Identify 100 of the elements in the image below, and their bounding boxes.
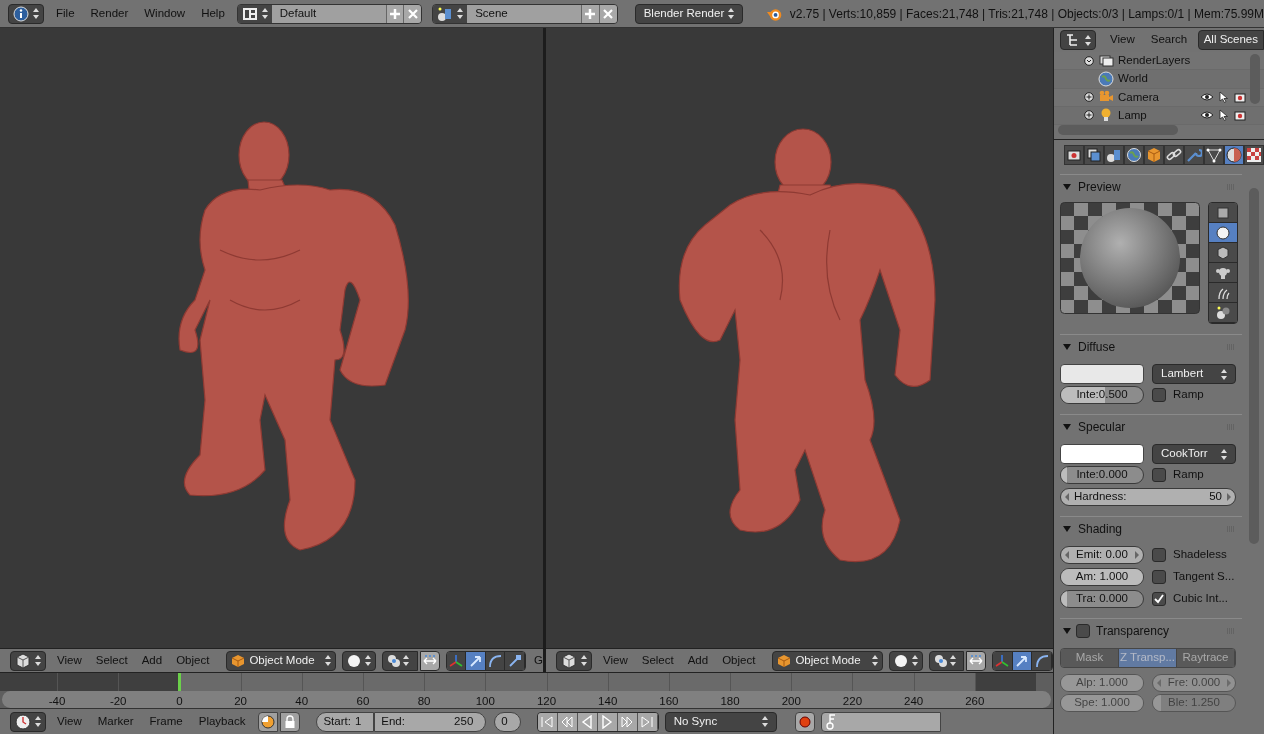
start-frame-field[interactable]: Start: 1 [316, 711, 375, 732]
properties-tab[interactable] [1124, 145, 1144, 165]
eye-icon[interactable] [1200, 92, 1214, 103]
menu-item[interactable]: Add [684, 651, 712, 670]
checkbox[interactable] [1076, 623, 1090, 638]
checkbox-label[interactable]: Cubic Int... [1173, 590, 1228, 608]
segmented-tab[interactable]: Z Transp... [1119, 649, 1177, 667]
manipulator-button[interactable] [1012, 651, 1033, 670]
playback-button[interactable] [597, 712, 618, 731]
mode-dropdown[interactable]: Object Mode [772, 650, 883, 671]
editor-type-button[interactable] [8, 3, 44, 24]
slider-field[interactable]: Inte:0.000 [1060, 466, 1144, 484]
properties-tab[interactable] [1144, 145, 1164, 165]
properties-tab[interactable] [1244, 145, 1264, 165]
shader-dropdown[interactable]: CookTorr [1152, 444, 1236, 464]
expand-toggle-icon[interactable] [1084, 55, 1094, 66]
playback-button[interactable] [537, 712, 558, 731]
expand-toggle-icon[interactable] [1084, 110, 1094, 121]
playback-button[interactable] [617, 712, 638, 731]
color-swatch[interactable] [1060, 364, 1144, 384]
panel-title[interactable]: Preview [1078, 177, 1121, 196]
pivot-dropdown[interactable] [382, 650, 418, 671]
camera-icon[interactable] [1234, 91, 1246, 104]
shader-dropdown[interactable]: Lambert [1152, 364, 1236, 384]
menu-item[interactable]: G [534, 651, 543, 670]
number-field[interactable]: Hardness: 50 [1060, 488, 1236, 506]
shading-dropdown[interactable] [888, 650, 923, 671]
end-frame-field[interactable]: End: 250 [374, 711, 487, 732]
cursor-icon[interactable] [1219, 91, 1229, 104]
menu-item[interactable]: View [1108, 31, 1137, 49]
menu-item[interactable]: Window [139, 4, 191, 23]
menu-item[interactable]: Add [138, 651, 166, 670]
outliner-item[interactable]: Camera [1118, 88, 1159, 106]
menu-item[interactable]: View [600, 651, 631, 670]
menu-item[interactable]: Marker [94, 712, 137, 731]
mode-dropdown[interactable]: Object Mode [226, 650, 337, 671]
pivot-dropdown[interactable] [928, 650, 965, 671]
keying-set-button[interactable] [820, 711, 941, 732]
menu-item[interactable]: Render [85, 4, 134, 23]
panel-title[interactable]: Diffuse [1078, 337, 1116, 356]
properties-tab[interactable] [1064, 145, 1084, 165]
current-frame-field[interactable]: 0 [494, 711, 521, 732]
menu-item[interactable]: File [51, 4, 80, 23]
shading-dropdown[interactable] [342, 650, 377, 671]
preview-range-button[interactable] [258, 711, 279, 732]
manipulator-button[interactable] [485, 651, 506, 670]
lock-button[interactable] [280, 711, 301, 732]
menu-item[interactable]: Help [196, 4, 230, 23]
collapse-triangle-icon[interactable] [1062, 422, 1072, 431]
render-engine-dropdown[interactable]: Blender Render [634, 3, 743, 24]
outliner-item[interactable]: RenderLayers [1118, 52, 1191, 70]
outliner-item[interactable]: Lamp [1118, 106, 1147, 124]
segmented-tab[interactable]: Raytrace [1177, 649, 1235, 667]
manipulator-button[interactable] [466, 651, 486, 670]
preview-shape-button[interactable] [1209, 223, 1237, 243]
menu-item[interactable]: Playback [195, 712, 249, 731]
slider-field[interactable]: Inte:0.500 [1060, 386, 1144, 404]
checkbox-label[interactable]: Tangent S... [1173, 568, 1235, 586]
preview-shape-button[interactable] [1209, 263, 1237, 283]
playback-button[interactable] [557, 712, 578, 731]
checkbox[interactable] [1152, 548, 1166, 562]
panel-title[interactable]: Shading [1078, 519, 1123, 538]
cursor-icon[interactable] [1219, 109, 1229, 122]
checkbox[interactable] [1152, 592, 1166, 606]
segmented-tab[interactable]: Mask [1061, 649, 1119, 667]
properties-tab[interactable] [1104, 145, 1124, 165]
manipulator-button[interactable] [993, 651, 1013, 670]
checkbox-label[interactable]: Ramp [1173, 386, 1204, 404]
number-field[interactable]: Emit: 0.00 [1060, 546, 1144, 564]
collapse-triangle-icon[interactable] [1062, 524, 1072, 533]
scrollbar[interactable] [1250, 54, 1260, 104]
expand-toggle-icon[interactable] [1084, 92, 1094, 103]
checkbox[interactable] [1152, 570, 1166, 584]
manipulator-toggle[interactable] [966, 650, 986, 671]
manipulator-button[interactable] [505, 651, 526, 670]
playback-button[interactable] [637, 712, 658, 731]
color-swatch[interactable] [1060, 444, 1144, 464]
properties-tab[interactable] [1224, 145, 1244, 165]
manipulator-toggle[interactable] [419, 650, 440, 671]
editor-type-button[interactable] [10, 711, 46, 732]
preview-shape-button[interactable] [1209, 283, 1237, 303]
checkbox[interactable] [1152, 468, 1166, 482]
menu-item[interactable]: Object [173, 651, 213, 670]
preview-shape-button[interactable] [1209, 243, 1237, 263]
collapse-triangle-icon[interactable] [1062, 342, 1072, 351]
menu-item[interactable]: Select [92, 651, 131, 670]
checkbox-label[interactable]: Ramp [1173, 466, 1204, 484]
slider-field[interactable]: Tra: 0.000 [1060, 590, 1144, 608]
outliner-item[interactable]: World [1118, 70, 1148, 88]
menu-item[interactable]: Select [638, 651, 677, 670]
menu-item[interactable]: Search [1148, 31, 1190, 49]
collapse-triangle-icon[interactable] [1062, 626, 1072, 635]
panel-title[interactable]: Specular [1078, 417, 1126, 436]
eye-icon[interactable] [1200, 110, 1214, 121]
menu-item[interactable]: Object [719, 651, 759, 670]
camera-icon[interactable] [1234, 109, 1246, 122]
playback-button[interactable] [577, 712, 598, 731]
preview-shape-button[interactable] [1209, 203, 1237, 223]
editor-type-button[interactable] [1060, 30, 1096, 50]
menu-item[interactable]: View [54, 651, 85, 670]
